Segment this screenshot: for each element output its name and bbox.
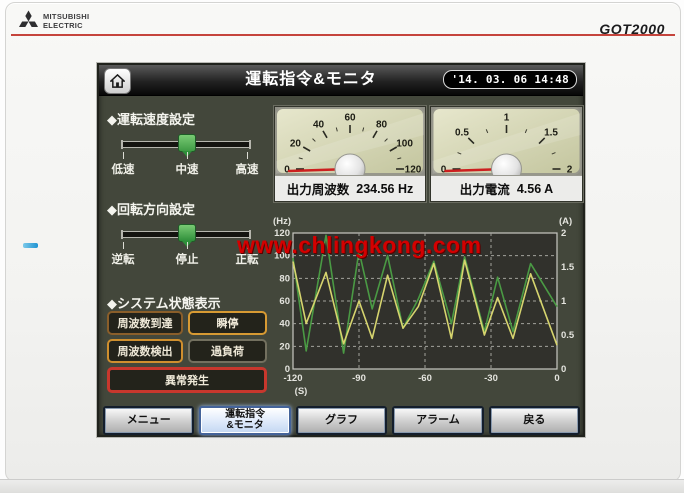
- svg-text:1: 1: [561, 296, 567, 307]
- slider-option-label: 低速: [101, 161, 145, 177]
- page-title: 運転指令&モニタ: [159, 65, 463, 95]
- status-lamp: 周波数到達: [107, 311, 183, 335]
- brand-text: MITSUBISHI ELECTRIC: [43, 13, 89, 30]
- meter-value: 234.56 Hz: [356, 182, 413, 196]
- svg-text:-30: -30: [484, 373, 498, 384]
- svg-text:120: 120: [405, 165, 422, 176]
- svg-text:1: 1: [504, 113, 510, 124]
- svg-text:-60: -60: [418, 373, 432, 384]
- nav-button[interactable]: 戻る: [489, 406, 580, 435]
- svg-text:(Hz): (Hz): [273, 216, 291, 227]
- status-lamp: 周波数検出: [107, 339, 183, 363]
- svg-text:0.5: 0.5: [561, 330, 575, 341]
- svg-text:-120: -120: [283, 373, 302, 384]
- svg-text:0.5: 0.5: [455, 128, 469, 139]
- brand-line-2: ELECTRIC: [43, 22, 89, 30]
- status-lamp-grid: 周波数到達瞬停周波数検出過負荷異常発生: [107, 311, 267, 393]
- slider-option-label: 中速: [165, 161, 209, 177]
- meter-output-current: 00.511.52出力電流4.56 A: [430, 106, 583, 202]
- slider-tick: [247, 152, 248, 159]
- svg-text:2: 2: [567, 165, 573, 176]
- device-bezel: MITSUBISHI ELECTRIC GOT2000 運転指令&モニタ '14…: [5, 2, 681, 482]
- nav-button[interactable]: アラーム: [392, 406, 483, 435]
- three-diamond-icon: [18, 10, 39, 33]
- slider-tick: [187, 242, 188, 249]
- bezel-accent-line: [11, 34, 675, 36]
- svg-text:2: 2: [561, 228, 566, 239]
- status-lamp: 過負荷: [188, 339, 267, 363]
- direction-section-title: ◆回転方向設定: [107, 199, 195, 218]
- nav-button[interactable]: グラフ: [296, 406, 387, 435]
- status-lamp: 瞬停: [188, 311, 267, 335]
- home-button[interactable]: [104, 68, 131, 94]
- status-lamp: 異常発生: [107, 367, 267, 393]
- direction-slider-track[interactable]: [121, 231, 251, 238]
- svg-text:0: 0: [554, 373, 559, 384]
- meter-value: 4.56 A: [517, 182, 553, 196]
- meter-name: 出力周波数: [287, 179, 350, 198]
- svg-text:40: 40: [313, 119, 325, 130]
- meter-name: 出力電流: [460, 179, 510, 198]
- svg-text:80: 80: [279, 273, 290, 284]
- gauge-face: 00.511.52: [431, 107, 582, 175]
- mitsubishi-logo: MITSUBISHI ELECTRIC: [18, 10, 89, 33]
- slider-option-label: 停止: [165, 251, 209, 267]
- svg-text:(A): (A): [559, 216, 572, 227]
- svg-text:0: 0: [561, 364, 566, 375]
- nav-button[interactable]: メニュー: [103, 406, 194, 435]
- device-base: [0, 479, 684, 493]
- meter-readout: 出力電流 4.56 A: [431, 175, 582, 201]
- direction-slider-handle[interactable]: [178, 224, 196, 242]
- screen-header: 運転指令&モニタ '14. 03. 06 14:48: [99, 65, 583, 96]
- svg-text:60: 60: [344, 113, 356, 124]
- slider-tick: [187, 152, 188, 159]
- slider-option-label: 高速: [225, 161, 269, 177]
- status-section-title: ◆システム状態表示: [107, 293, 221, 312]
- meter-readout: 出力周波数 234.56 Hz: [275, 175, 425, 201]
- svg-text:-90: -90: [352, 373, 366, 384]
- home-icon: [110, 74, 125, 88]
- clock-display: '14. 03. 06 14:48: [443, 70, 577, 89]
- hmi-screen: 運転指令&モニタ '14. 03. 06 14:48 ◆運転速度設定 ◆回転方向…: [97, 63, 585, 437]
- svg-text:(S): (S): [295, 386, 308, 397]
- svg-text:1.5: 1.5: [561, 262, 575, 273]
- watermark-text: www.chlingkong.com: [237, 232, 482, 259]
- svg-text:20: 20: [279, 341, 290, 352]
- meter-output-frequency: 020406080100120出力周波数234.56 Hz: [274, 106, 426, 202]
- gauge-face: 020406080100120: [275, 107, 425, 175]
- slider-option-label: 逆転: [101, 251, 145, 267]
- nav-button[interactable]: 運転指令 &モニタ: [199, 406, 290, 435]
- speed-slider-track[interactable]: [121, 141, 251, 148]
- svg-text:80: 80: [376, 119, 388, 130]
- svg-text:100: 100: [396, 139, 413, 150]
- slider-tick: [123, 152, 124, 159]
- slider-tick: [123, 242, 124, 249]
- svg-text:60: 60: [279, 296, 290, 307]
- svg-text:1.5: 1.5: [544, 128, 558, 139]
- svg-text:20: 20: [290, 139, 302, 150]
- speed-section-title: ◆運転速度設定: [107, 109, 195, 128]
- speed-slider-handle[interactable]: [178, 134, 196, 152]
- svg-text:40: 40: [279, 319, 290, 330]
- power-led: [23, 243, 38, 248]
- screen-switch-bar: メニュー運転指令 &モニタグラフアラーム戻る: [103, 406, 580, 435]
